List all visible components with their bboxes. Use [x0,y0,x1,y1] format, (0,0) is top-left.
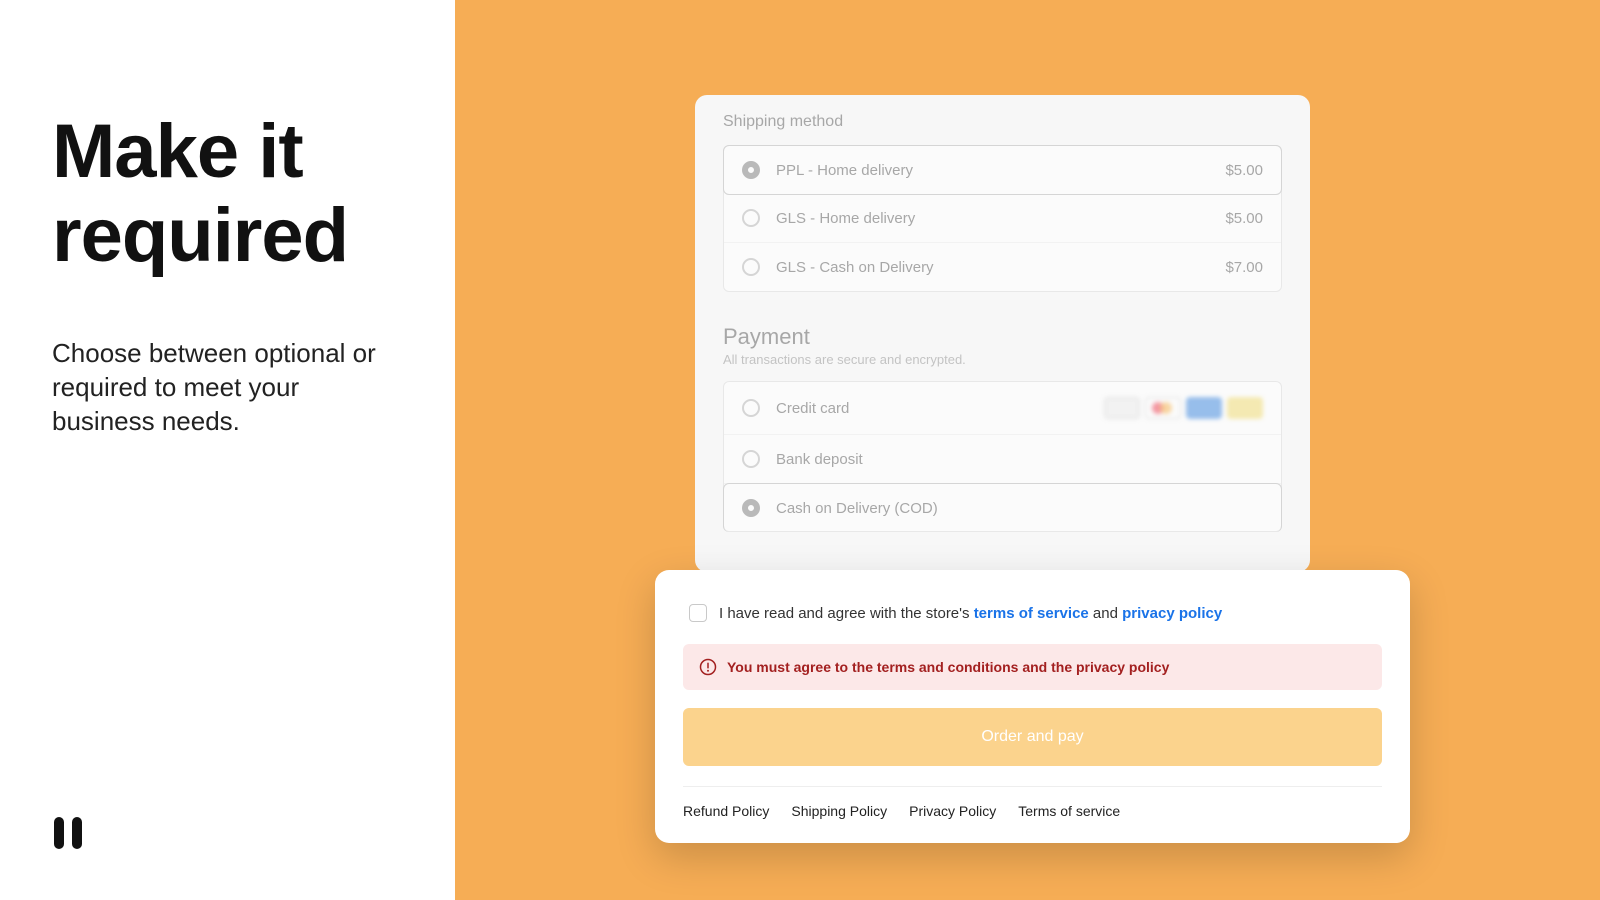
payment-option[interactable]: Credit card [724,382,1281,435]
shipping-heading: Shipping method [723,113,1282,131]
shipping-option[interactable]: GLS - Home delivery $5.00 [724,194,1281,243]
radio-icon [742,161,760,179]
shipping-option-price: $7.00 [1225,259,1263,276]
order-and-pay-button[interactable]: Order and pay [683,708,1382,766]
payment-subtext: All transactions are secure and encrypte… [723,352,1282,367]
radio-icon [742,450,760,468]
card-icon [1227,397,1263,419]
payment-option[interactable]: Cash on Delivery (COD) [723,483,1282,532]
shipping-policy-link[interactable]: Shipping Policy [791,803,887,819]
radio-icon [742,209,760,227]
shipping-option-label: GLS - Home delivery [776,210,1225,227]
error-banner: You must agree to the terms and conditio… [683,644,1382,690]
amex-icon [1186,397,1222,419]
refund-policy-link[interactable]: Refund Policy [683,803,769,819]
tos-link[interactable]: terms of service [974,605,1089,622]
shipping-option-label: GLS - Cash on Delivery [776,259,1225,276]
radio-icon [742,399,760,417]
footer-policy-links: Refund Policy Shipping Policy Privacy Po… [683,786,1382,819]
payment-option-label: Credit card [776,400,1104,417]
payment-option-label: Cash on Delivery (COD) [776,500,1263,517]
shipping-option[interactable]: GLS - Cash on Delivery $7.00 [724,243,1281,291]
card-brand-icons [1104,397,1263,419]
preview-panel: Shipping method PPL - Home delivery $5.0… [455,0,1600,900]
consent-mid: and [1089,605,1122,622]
checkout-card: Shipping method PPL - Home delivery $5.0… [695,95,1310,572]
error-message: You must agree to the terms and conditio… [727,659,1169,675]
payment-option-label: Bank deposit [776,451,1263,468]
consent-text: I have read and agree with the store's t… [719,605,1222,622]
shipping-option-price: $5.00 [1225,162,1263,179]
headline: Make it required [52,110,403,277]
mastercard-icon [1145,397,1181,419]
marketing-panel: Make it required Choose between optional… [0,0,455,900]
visa-icon [1104,397,1140,419]
privacy-link[interactable]: privacy policy [1122,605,1222,622]
radio-icon [742,258,760,276]
consent-card: I have read and agree with the store's t… [655,570,1410,843]
subheadline: Choose between optional or required to m… [52,337,403,438]
payment-options: Credit card Bank deposit [723,381,1282,532]
radio-icon [742,499,760,517]
consent-checkbox[interactable] [689,604,707,622]
payment-option[interactable]: Bank deposit [724,435,1281,484]
terms-of-service-link[interactable]: Terms of service [1018,803,1120,819]
shipping-option[interactable]: PPL - Home delivery $5.00 [723,145,1282,195]
shipping-option-price: $5.00 [1225,210,1263,227]
alert-icon [699,658,717,676]
payment-heading: Payment [723,324,1282,350]
privacy-policy-link[interactable]: Privacy Policy [909,803,996,819]
shipping-options: PPL - Home delivery $5.00 GLS - Home del… [723,145,1282,292]
brand-logo [52,813,84,858]
consent-prefix: I have read and agree with the store's [719,605,974,622]
consent-row[interactable]: I have read and agree with the store's t… [683,604,1382,622]
shipping-option-label: PPL - Home delivery [776,162,1225,179]
